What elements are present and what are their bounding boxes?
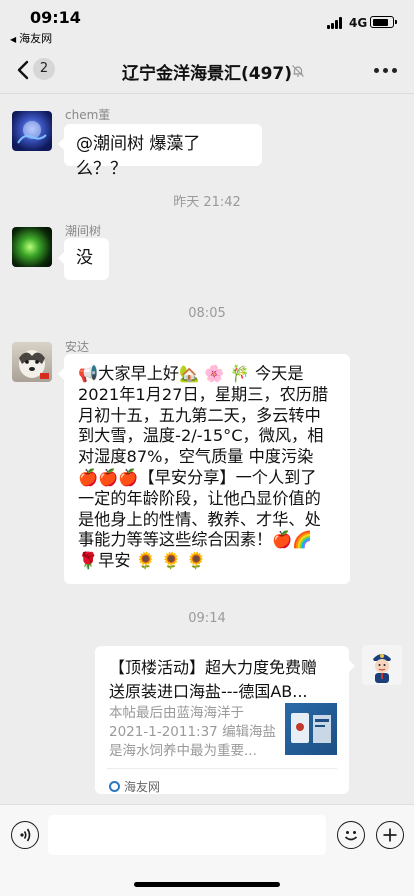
chat-title: 辽宁金洋海景汇(497): [121, 64, 293, 84]
chat-navbar: 2 辽宁金洋海景汇(497): [0, 46, 414, 94]
status-time: 09:14: [30, 8, 81, 27]
network-type: 4G: [349, 16, 368, 30]
avatar-chaojianshu[interactable]: [12, 227, 52, 267]
message-line: 对湿度87%，空气质量 中度污染: [78, 447, 314, 467]
source-logo-icon: [109, 781, 120, 792]
link-card-thumbnail: [285, 703, 337, 755]
link-card-desc-line: 2021-1-2011:37 编辑海盐: [109, 724, 277, 740]
voice-input-button[interactable]: [11, 821, 39, 849]
battery-icon: [370, 16, 397, 28]
more-options-icon[interactable]: [374, 68, 398, 74]
message-line: 是他身上的性情、教养、才华、处: [78, 509, 321, 529]
sender-name: chem董: [65, 108, 111, 122]
message-line: 一定的年龄阶段，让他凸显价值的: [78, 488, 321, 508]
link-card[interactable]: 【顶楼活动】超大力度免费赠 送原装进口海盐---德国AB... 本帖最后由蓝海海…: [95, 646, 355, 794]
message-text-input[interactable]: [48, 815, 326, 855]
home-indicator[interactable]: [134, 882, 280, 887]
message-text: @潮间树 爆藻了么？？: [76, 134, 201, 179]
timestamp: 09:14: [188, 611, 226, 626]
message-bubble[interactable]: @潮间树 爆藻了么？？: [58, 124, 262, 179]
timestamp: 08:05: [188, 306, 226, 321]
avatar-anda[interactable]: [12, 342, 52, 382]
back-triangle-icon: ◀: [10, 35, 17, 44]
link-card-desc-line: 是海水饲养中最为重要...: [109, 743, 257, 759]
message-bubble[interactable]: 没: [58, 238, 109, 280]
link-card-source: 海友网: [109, 775, 160, 800]
message-line: 月初十五，五九第二天，多云转中: [78, 405, 321, 425]
message-line: 🍎🍎🍎【早安分享】一个人到了: [78, 467, 317, 487]
plus-icon: [383, 828, 397, 842]
link-card-description: 本帖最后由蓝海海洋于 2021-1-2011:37 编辑海盐 是海水饲养中最为重…: [109, 704, 279, 761]
message-line: 🌹早安 🌻 🌻 🌻: [78, 551, 207, 571]
link-card-divider: [107, 768, 337, 769]
status-bar: 09:14 ◀ 海友网 4G: [0, 0, 414, 46]
message-line: 事能力等等这些综合因素！🍎🌈: [78, 530, 313, 550]
mute-bell-icon: [292, 65, 304, 77]
back-to-app-link[interactable]: ◀ 海友网: [10, 30, 52, 46]
voice-icon: [20, 828, 31, 842]
cellular-signal-icon: [327, 17, 345, 29]
message-line: 📢大家早上好🏡 🌸 🎋 今天是: [78, 364, 304, 383]
link-card-title: 【顶楼活动】超大力度免费赠 送原装进口海盐---德国AB...: [109, 656, 333, 704]
link-card-source-name: 海友网: [124, 780, 161, 794]
sender-name: 潮间树: [65, 224, 102, 238]
timestamp: 昨天 21:42: [173, 195, 241, 210]
emoji-icon: [344, 831, 358, 841]
back-to-app-label: 海友网: [19, 32, 53, 45]
emoji-button[interactable]: [337, 821, 365, 849]
avatar-self[interactable]: [362, 645, 402, 685]
message-line: 2021年1月27日，星期三，农历腊: [78, 384, 329, 404]
message-text: 没: [76, 248, 93, 268]
avatar-chem[interactable]: [12, 111, 52, 151]
message-line: 到大雪，温度-2/-15°C，微风，相: [78, 426, 324, 446]
more-functions-button[interactable]: [376, 821, 404, 849]
sender-name: 安达: [65, 340, 90, 354]
link-card-desc-line: 本帖最后由蓝海海洋于: [109, 705, 244, 721]
link-card-title-line: 送原装进口海盐---德国AB...: [109, 682, 308, 701]
message-bubble[interactable]: 📢大家早上好🏡 🌸 🎋 今天是 2021年1月27日，星期三，农历腊 月初十五，…: [58, 354, 350, 584]
link-card-title-line: 【顶楼活动】超大力度免费赠: [109, 658, 318, 677]
